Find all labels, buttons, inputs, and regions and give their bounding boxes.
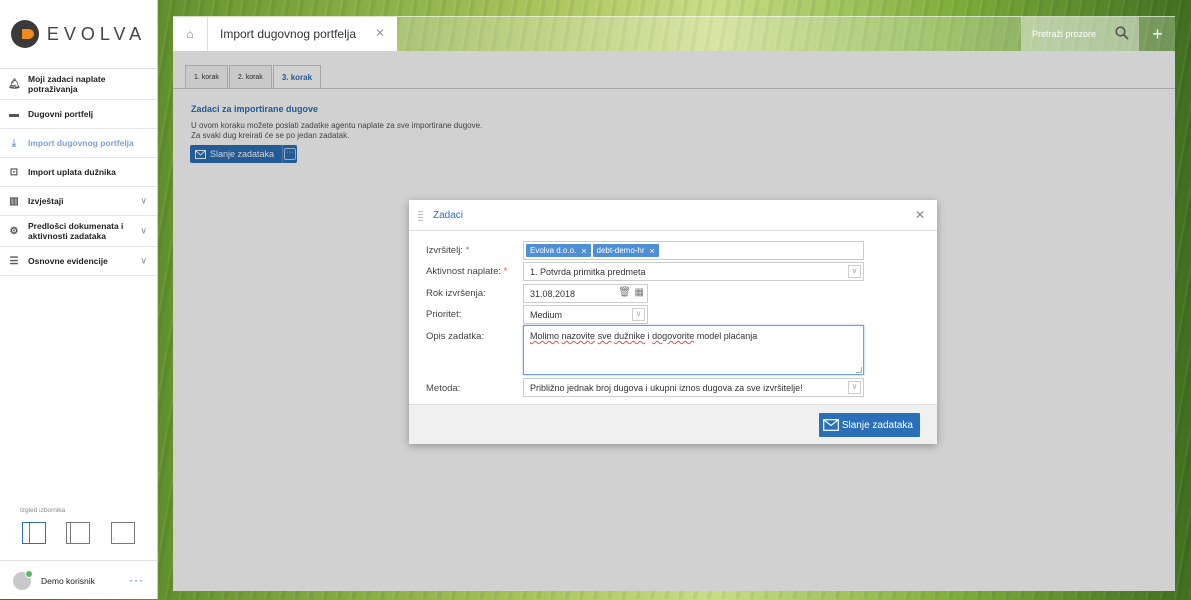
chevron-down-icon: ∨ [632,308,645,321]
submit-label: Slanje zadataka [841,419,913,431]
bar-chart-icon: ▥ [9,195,19,207]
tab-title: Import dugovnog portfelja [220,27,357,41]
activity-value: 1. Potvrda primitka predmeta [530,266,646,277]
dialog-footer: Slanje zadataka [409,404,937,444]
logo-icon [10,20,39,48]
remove-tag-icon[interactable]: × [581,246,586,256]
tasks-dialog: Zadaci ✕ Izvršitelj: * Evolva d.o.o. × d… [409,200,937,444]
word: dogovorite [652,331,695,341]
drag-handle-icon[interactable] [418,209,423,221]
activity-label: Aktivnost naplate: * [426,266,507,277]
tag-label: debt-demo-hr [596,246,645,255]
method-value: Približno jednak broj dugova i ukupni iz… [530,382,803,393]
priority-select[interactable]: Medium ∨ [523,305,648,324]
tag-evolva: Evolva d.o.o. × [526,244,591,257]
home-icon: ⌂ [186,27,194,41]
bell-icon: 🔔︎ [8,78,21,90]
tag-debt-demo-hr: debt-demo-hr × [592,244,659,257]
priority-value: Medium [530,309,563,320]
user-menu-button[interactable]: ··· [129,573,144,587]
due-date-value: 31.08.2018 [530,288,576,299]
executor-tag-input[interactable]: Evolva d.o.o. × debt-demo-hr × [523,241,864,260]
layout-option-hidden[interactable] [111,522,135,544]
sidebar-item-predlosci[interactable]: ⚙ Predlošci dokumenata i aktivnosti zada… [0,216,157,247]
sidebar-item-label: Import uplata dužnika [28,167,116,177]
calendar-icon[interactable]: ▦ [635,287,644,298]
sidebar-item-label: Moji zadaci naplate potraživanja [28,74,106,94]
chevron-down-icon: ∨ [140,195,147,206]
home-button[interactable]: ⌂ [173,17,208,51]
sidebar-item-dugovni-portfelj[interactable]: ▬ Dugovni portfelj [0,100,157,129]
list-icon: ☰ [9,255,19,267]
required-mark: * [503,266,508,277]
online-status-icon [25,569,33,578]
chevron-down-icon: ∨ [848,265,861,278]
description-label: Opis zadatka: [426,331,485,342]
word: dužnike [614,331,646,341]
dialog-header: Zadaci ✕ [409,200,937,231]
word: sve [597,331,612,341]
activity-select[interactable]: 1. Potvrda primitka predmeta ∨ [523,262,864,281]
download-icon: ⤓ [11,137,17,149]
sidebar-item-osnovne-evidencije[interactable]: ☰ Osnovne evidencije ∨ [0,247,157,276]
avatar [13,569,33,590]
plus-icon: + [1152,23,1163,44]
sidebar: EVOLVA 🔔︎ Moji zadaci naplate potraživan… [0,0,158,599]
method-label: Metoda: [426,383,461,394]
sidebar-item-moji-zadaci[interactable]: 🔔︎ Moji zadaci naplate potraživanja [0,69,157,100]
sidebar-item-label: Osnovne evidencije [28,256,108,266]
dialog-title: Zadaci [433,210,464,221]
resize-handle-icon[interactable] [856,367,862,373]
user-name: Demo korisnik [41,575,95,586]
chevron-down-icon: ∨ [848,381,861,394]
word: Molimo [530,331,560,341]
word: nazovite [561,331,596,341]
gear-icon: ⚙ [9,225,19,237]
layout-label: Izgled izbornika [20,507,66,514]
sidebar-item-label: Dugovni portfelj [28,109,94,119]
due-date-input[interactable]: 31.08.2018 🗑︎ ▦ [523,284,648,303]
chevron-down-icon: ∨ [140,255,147,266]
close-icon[interactable]: ✕ [915,208,925,222]
method-select[interactable]: Približno jednak broj dugova i ukupni iz… [523,378,864,397]
search-icon[interactable] [1115,26,1129,40]
briefcase-icon: ▬ [9,108,19,120]
submit-send-tasks-button[interactable]: Slanje zadataka [818,413,920,437]
tab-import-portfelja[interactable]: Import dugovnog portfelja ✕ [208,17,397,51]
word: model plaćanja [696,331,758,341]
app-logo[interactable]: EVOLVA [0,0,157,69]
close-icon[interactable]: ✕ [375,26,385,40]
sidebar-item-label: Predlošci dokumenata i aktivnosti zadata… [28,221,124,241]
layout-option-narrow[interactable] [66,522,90,544]
description-textarea[interactable]: Molimo nazovite sve dužnike i dogovorite… [523,325,864,375]
description-value: Molimo nazovite sve dužnike i dogovorite… [530,331,757,341]
due-date-label: Rok izvršenja: [426,288,486,299]
trash-icon[interactable]: 🗑︎ [618,287,631,298]
tag-label: Evolva d.o.o. [530,246,577,255]
money-icon: ⊡ [9,166,19,178]
chevron-down-icon: ∨ [140,225,147,236]
sidebar-item-label: Import dugovnog portfelja [28,138,134,148]
required-mark: * [465,245,470,256]
logo-text: EVOLVA [46,23,147,44]
sidebar-item-import-portfelja[interactable]: ⤓ Import dugovnog portfelja [0,129,157,158]
executor-label-text: Izvršitelj: [426,245,463,256]
layout-option-wide[interactable] [22,522,46,544]
remove-tag-icon[interactable]: × [650,246,655,256]
word: i [647,331,650,341]
sidebar-item-label: Izvještaji [28,196,64,206]
executor-label: Izvršitelj: * [426,245,469,256]
search-placeholder: Pretraži prozore [1032,29,1097,39]
window-tabbar: ⌂ Import dugovnog portfelja ✕ Pretraži p… [173,16,1175,52]
new-window-button[interactable]: + [1140,17,1175,51]
priority-label: Prioritet: [426,309,462,320]
window-search-input[interactable]: Pretraži prozore [1021,17,1139,51]
sidebar-item-import-uplata[interactable]: ⊡ Import uplata dužnika [0,158,157,187]
envelope-icon [822,419,839,431]
activity-label-text: Aktivnost naplate: [426,266,501,277]
user-panel[interactable]: Demo korisnik ··· [0,560,157,600]
sidebar-item-izvjestaji[interactable]: ▥ Izvještaji ∨ [0,187,157,216]
